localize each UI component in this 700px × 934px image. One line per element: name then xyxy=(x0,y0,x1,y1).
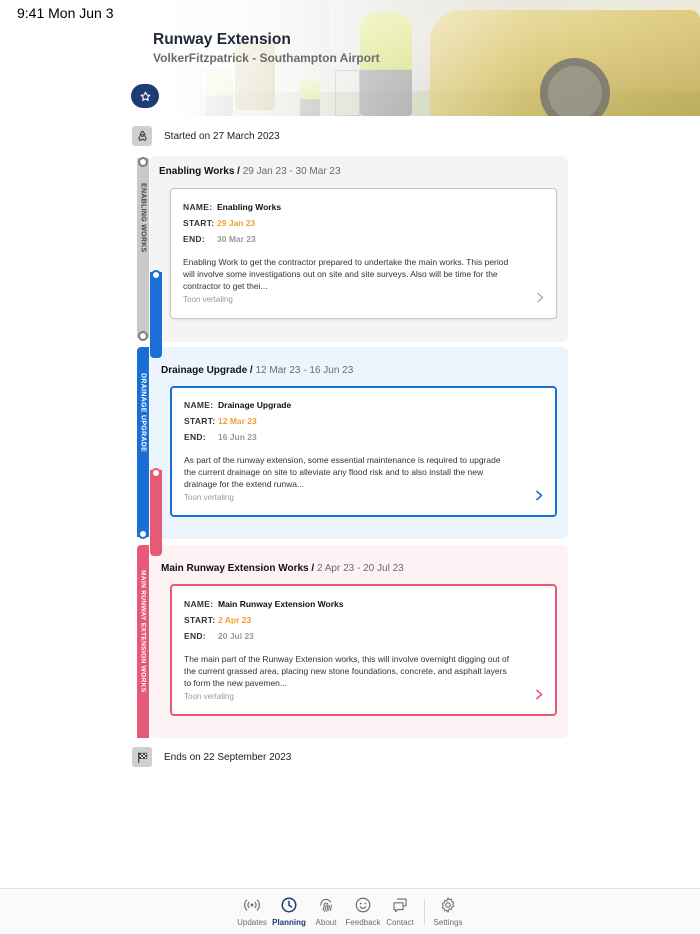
phase-card-main-runway-extension-works[interactable]: NAME: Main Runway Extension Works START: 2… xyxy=(170,584,557,716)
smiley-icon xyxy=(355,897,371,913)
timeline-start-label: Started on 27 March 2023 xyxy=(164,130,280,142)
end-key: END: xyxy=(184,631,206,641)
project-title: Runway Extension xyxy=(153,31,291,48)
tab-label: Feedback xyxy=(345,918,381,927)
tab-updates[interactable]: Updates xyxy=(236,896,268,927)
phase-name: Main Runway Extension Works xyxy=(218,599,344,609)
rocket-icon xyxy=(132,126,152,146)
phase-description: As part of the runway extension, some es… xyxy=(184,455,501,490)
end-key: END: xyxy=(184,432,206,442)
phase-rail-enabling-works: ENABLING WORKS xyxy=(137,158,149,338)
phase-end-dot xyxy=(138,529,148,539)
phase-heading-title: Drainage Upgrade / xyxy=(161,365,256,376)
phase-rail-label: DRAINAGE UPGRADE xyxy=(139,373,147,453)
phase-heading-main-runway-extension-works: Main Runway Extension Works / 2 Apr 23 -… xyxy=(161,563,404,574)
name-key: NAME: xyxy=(184,400,214,410)
tab-planning[interactable]: Planning xyxy=(272,896,306,927)
name-key: NAME: xyxy=(184,599,214,609)
phase-description: Enabling Work to get the contractor prep… xyxy=(183,257,509,292)
tab-label: Settings xyxy=(433,918,463,927)
phase-rail-label: ENABLING WORKS xyxy=(139,183,147,253)
tab-feedback[interactable]: Feedback xyxy=(344,896,382,927)
tab-label: Contact xyxy=(386,918,414,927)
phase-heading-dates: 2 Apr 23 - 20 Jul 23 xyxy=(316,563,404,574)
phase-rail-drainage-upgrade: DRAINAGE UPGRADE xyxy=(137,347,149,537)
star-icon xyxy=(140,91,150,101)
phase-description: The main part of the Runway Extension wo… xyxy=(184,654,510,689)
phase-start-date: 29 Jan 23 xyxy=(217,218,256,228)
phase-rail-label: MAIN RUNWAY EXTENSION WORKS xyxy=(139,569,147,693)
tab-label: Updates xyxy=(237,918,267,927)
fingerprint-icon xyxy=(320,898,332,912)
gear-icon xyxy=(441,897,455,913)
phase-card-enabling-works[interactable]: NAME: Enabling Works START: 29 Jan 23 END:… xyxy=(170,188,557,319)
phase-start-dot xyxy=(138,157,148,167)
phase-start-date: 2 Apr 23 xyxy=(218,615,252,625)
phase-heading-drainage-upgrade: Drainage Upgrade / 12 Mar 23 - 16 Jun 23 xyxy=(161,365,353,376)
phase-heading-dates: 12 Mar 23 - 16 Jun 23 xyxy=(255,365,354,376)
phase-rail-main-runway-extension-works: MAIN RUNWAY EXTENSION WORKS xyxy=(137,545,149,738)
phase-rail-connector-drainage xyxy=(150,272,162,358)
phase-rail-connector-runway xyxy=(150,470,162,556)
timeline-start-milestone: Started on 27 March 2023 xyxy=(132,126,532,146)
favorite-button[interactable] xyxy=(131,84,159,108)
phase-heading-title: Enabling Works / xyxy=(159,166,243,177)
chevron-right-icon xyxy=(535,490,543,501)
phase-name: Enabling Works xyxy=(217,202,282,212)
chevron-right-icon xyxy=(536,292,544,303)
tab-label: About xyxy=(315,918,337,927)
phase-card-drainage-upgrade[interactable]: NAME: Drainage Upgrade START: 12 Mar 23 EN… xyxy=(170,386,557,517)
tab-contact[interactable]: Contact xyxy=(384,896,416,927)
chat-bubbles-icon xyxy=(393,898,407,913)
phase-end-date: 16 Jun 23 xyxy=(218,432,257,442)
tab-settings[interactable]: Settings xyxy=(432,896,464,927)
start-key: START: xyxy=(183,218,215,228)
project-subtitle: VolkerFitzpatrick - Southampton Airport xyxy=(153,51,380,65)
translate-link[interactable]: Toon vertaling xyxy=(184,493,234,502)
status-bar-time: 9:41 Mon Jun 3 xyxy=(17,5,114,21)
clock-icon xyxy=(281,897,297,913)
start-key: START: xyxy=(184,615,216,625)
broadcast-icon xyxy=(244,899,260,911)
phase-end-dot xyxy=(138,331,148,341)
name-key: NAME: xyxy=(183,202,213,212)
phase-start-dot xyxy=(151,270,161,280)
phase-start-date: 12 Mar 23 xyxy=(218,416,257,426)
phase-end-date: 20 Jul 23 xyxy=(218,631,254,641)
timeline-end-label: Ends on 22 September 2023 xyxy=(164,751,292,763)
start-key: START: xyxy=(184,416,216,426)
phase-start-dot xyxy=(151,468,161,478)
checkered-flag-icon xyxy=(132,747,152,767)
tab-divider xyxy=(424,900,425,924)
timeline-end-milestone: Ends on 22 September 2023 xyxy=(132,747,532,767)
tab-label: Planning xyxy=(272,918,306,927)
chevron-right-icon xyxy=(535,689,543,700)
tab-about[interactable]: About xyxy=(312,896,340,927)
end-key: END: xyxy=(183,234,205,244)
phase-heading-title: Main Runway Extension Works / xyxy=(161,563,317,574)
translate-link[interactable]: Toon vertaling xyxy=(184,692,234,701)
phase-end-date: 30 Mar 23 xyxy=(217,234,256,244)
phase-name: Drainage Upgrade xyxy=(218,400,292,410)
phase-heading-dates: 29 Jan 23 - 30 Mar 23 xyxy=(242,166,341,177)
phase-heading-enabling-works: Enabling Works / 29 Jan 23 - 30 Mar 23 xyxy=(159,166,341,177)
translate-link[interactable]: Toon vertaling xyxy=(183,295,233,304)
